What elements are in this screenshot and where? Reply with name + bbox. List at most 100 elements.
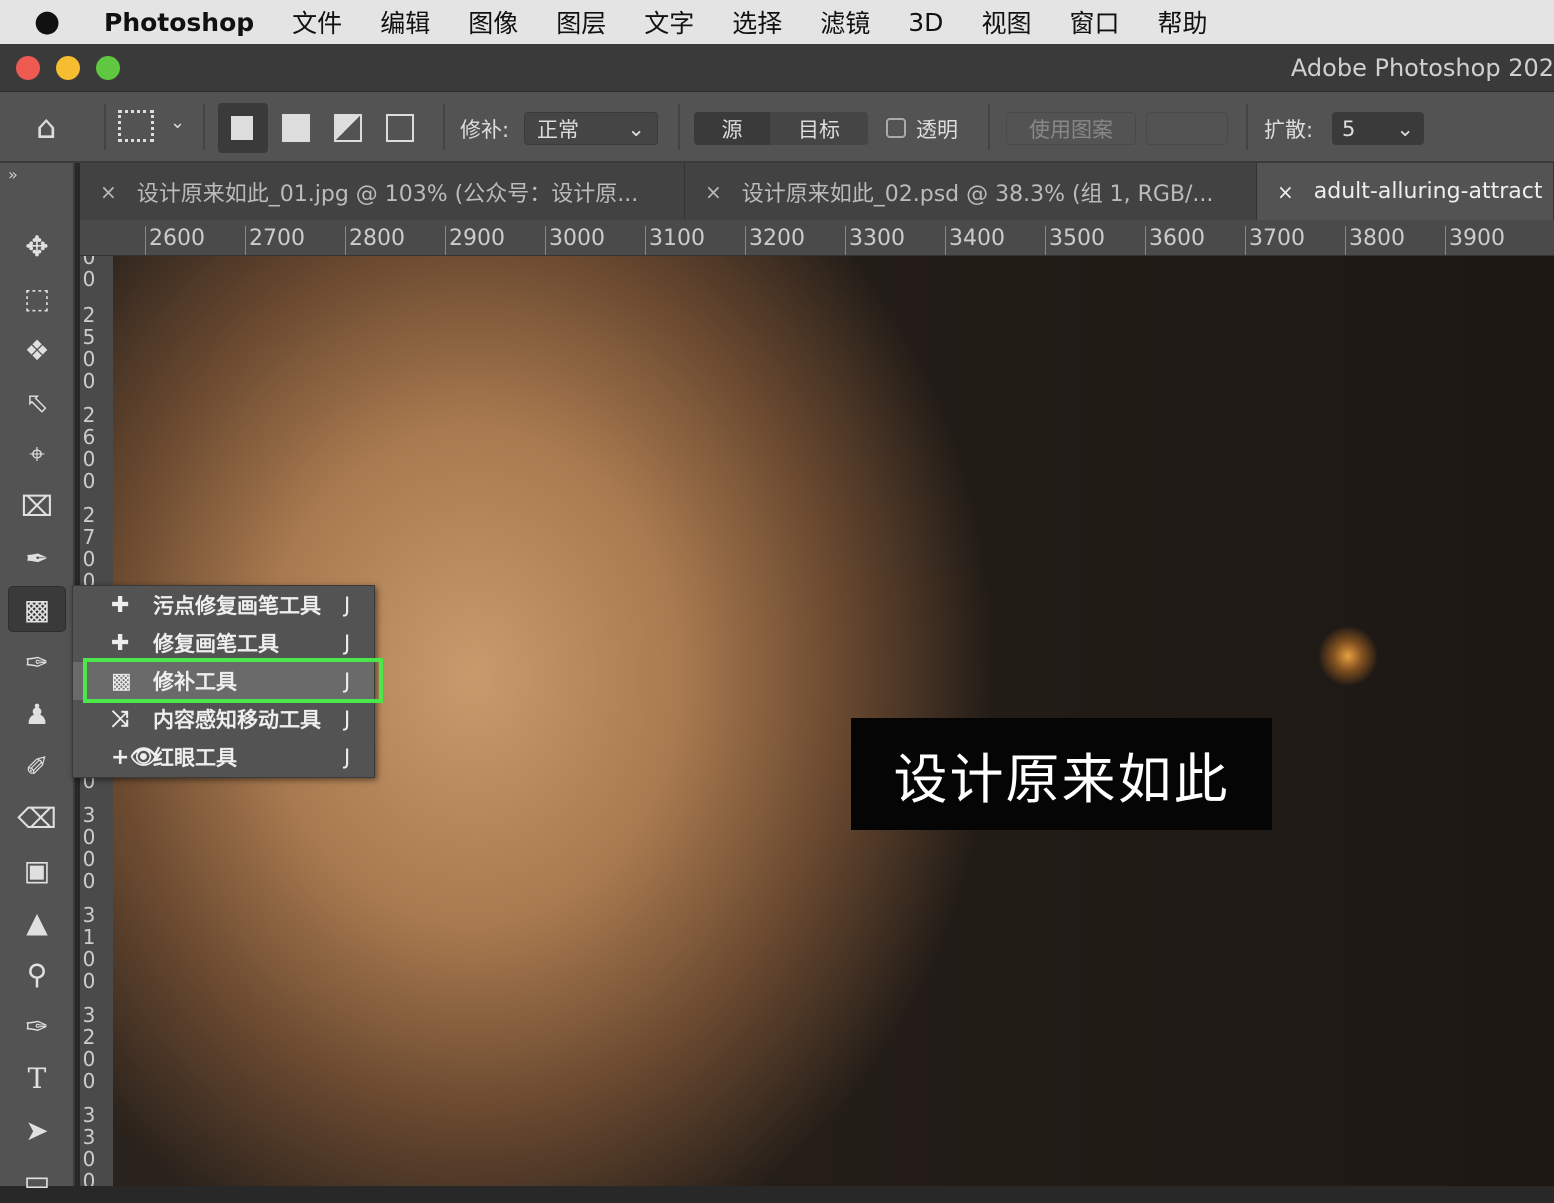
flyout-item-shortcut: J <box>344 631 374 655</box>
intersect-selection-button[interactable] <box>386 114 414 142</box>
diffusion-value: 5 <box>1342 117 1355 141</box>
ruler-tick-label: 2600 <box>145 226 205 256</box>
window-title: Adobe Photoshop 202 <box>1291 54 1554 82</box>
new-selection-button[interactable] <box>218 103 268 153</box>
ruler-tick-label: 2900 <box>445 226 505 256</box>
menu-view[interactable]: 视图 <box>981 4 1031 40</box>
flyout-item-red-eye[interactable]: +👁红眼工具J <box>73 738 374 776</box>
ruler-tick-label: 3600 <box>1145 226 1205 256</box>
patch-tool-preset-icon[interactable] <box>118 110 154 142</box>
ruler-tick-label: 3000 <box>545 226 605 256</box>
menu-file[interactable]: 文件 <box>292 4 342 40</box>
ruler-tick-label: 3300 <box>82 1104 96 1186</box>
dodge-tool-icon[interactable]: ⚲ <box>8 951 66 997</box>
title-bar: Adobe Photoshop 202 <box>0 44 1554 92</box>
ruler-tick-label: 2700 <box>245 226 305 256</box>
ruler-tick-label: 3200 <box>82 1004 96 1092</box>
add-to-selection-button[interactable] <box>282 114 310 142</box>
source-button[interactable]: 源 <box>694 112 770 145</box>
menu-app[interactable]: Photoshop <box>104 8 254 37</box>
flyout-item-label: 污点修复画笔工具 <box>153 590 344 620</box>
crop-tool-icon[interactable]: ⌖ <box>8 431 66 477</box>
history-brush-tool-icon[interactable]: ✐ <box>8 743 66 789</box>
flyout-item-shortcut: J <box>344 745 374 769</box>
pen-tool-icon[interactable]: ✑ <box>8 1003 66 1049</box>
patch-mode-select[interactable]: 正常⌄ <box>524 112 658 145</box>
brush-tool-icon[interactable]: ✑ <box>8 639 66 685</box>
chevron-down-icon[interactable]: ⌄ <box>170 112 185 133</box>
menu-window[interactable]: 窗口 <box>1069 4 1119 40</box>
ruler-tick-label: 2700 <box>82 504 96 592</box>
menu-layer[interactable]: 图层 <box>556 4 606 40</box>
transparent-checkbox[interactable] <box>886 118 906 138</box>
menu-edit[interactable]: 编辑 <box>380 4 430 40</box>
close-tab-icon[interactable]: × <box>705 180 722 204</box>
tab-document-3-active[interactable]: ×adult-alluring-attract <box>1257 163 1554 220</box>
options-bar: ⌂ ⌄ 修补: 正常⌄ 源 目标 透明 使用图案 扩散: 5⌄ <box>0 92 1554 163</box>
menu-type[interactable]: 文字 <box>644 4 694 40</box>
healing-brush-icon: ✚ <box>111 631 153 656</box>
type-tool-icon[interactable]: T <box>8 1055 66 1101</box>
minimize-window-button[interactable] <box>56 56 80 80</box>
ruler-tick-label: 2500 <box>82 304 96 392</box>
path-selection-tool-icon[interactable]: ➤ <box>8 1107 66 1153</box>
eyedropper-tool-icon[interactable]: ✒ <box>8 535 66 581</box>
zoom-window-button[interactable] <box>96 56 120 80</box>
gradient-tool-icon[interactable]: ▣ <box>8 847 66 893</box>
clone-stamp-tool-icon[interactable]: ♟ <box>8 691 66 737</box>
move-tool-icon[interactable]: ✥ <box>8 223 66 269</box>
close-window-button[interactable] <box>16 56 40 80</box>
eraser-tool-icon[interactable]: ⌫ <box>8 795 66 841</box>
flyout-item-label: 内容感知移动工具 <box>153 704 344 734</box>
menu-select[interactable]: 选择 <box>732 4 782 40</box>
tab-document-2[interactable]: × 设计原来如此_02.psd @ 38.3% (组 1, RGB/... <box>685 163 1257 220</box>
expand-panel-icon[interactable]: » <box>8 165 18 184</box>
ruler-tick-label: 3000 <box>82 804 96 892</box>
use-pattern-button[interactable]: 使用图案 <box>1006 112 1136 145</box>
toolbar: » ✥ ⬚ ❖ ⬁ ⌖ ⌧ ✒ ▩ ✑ ♟ ✐ ⌫ ▣ ▲ ⚲ ✑ T ➤ ▭ <box>0 163 75 1186</box>
menu-image[interactable]: 图像 <box>468 4 518 40</box>
ruler-tick-label: 3400 <box>945 226 1005 256</box>
object-selection-tool-icon[interactable]: ⬁ <box>8 379 66 425</box>
apple-icon[interactable]: ● <box>34 2 74 42</box>
lasso-tool-icon[interactable]: ❖ <box>8 327 66 373</box>
red-eye-icon: +👁 <box>111 745 153 770</box>
patch-tool-icon[interactable]: ▩ <box>8 586 66 632</box>
ruler-tick-label: 3100 <box>645 226 705 256</box>
tab-document-1[interactable]: × 设计原来如此_01.jpg @ 103% (公众号：设计原... <box>80 163 685 220</box>
overlay-caption: 设计原来如此 <box>851 718 1272 830</box>
tab-title: 设计原来如此_02.psd @ 38.3% (组 1, RGB/... <box>742 176 1214 208</box>
menu-filter[interactable]: 滤镜 <box>820 4 870 40</box>
frame-tool-icon[interactable]: ⌧ <box>8 483 66 529</box>
diffusion-select[interactable]: 5⌄ <box>1332 112 1424 145</box>
close-tab-icon[interactable]: × <box>1277 180 1294 204</box>
menu-3d[interactable]: 3D <box>908 8 943 37</box>
flyout-item-label: 红眼工具 <box>153 742 344 772</box>
blur-tool-icon[interactable]: ▲ <box>8 899 66 945</box>
transparent-label: 透明 <box>916 114 958 144</box>
content-aware-move-icon: ⤨ <box>111 707 153 732</box>
subtract-from-selection-button[interactable] <box>334 114 362 142</box>
spot-healing-icon: ✚ <box>111 593 153 618</box>
patch-mode-value: 正常 <box>537 114 579 144</box>
flyout-item-spot-healing[interactable]: ✚污点修复画笔工具J <box>73 586 374 624</box>
diffusion-label: 扩散: <box>1264 114 1313 144</box>
home-icon[interactable]: ⌂ <box>36 108 56 146</box>
menu-help[interactable]: 帮助 <box>1157 4 1207 40</box>
marquee-tool-icon[interactable]: ⬚ <box>8 275 66 321</box>
ruler-tick-label: 3900 <box>1445 226 1505 256</box>
destination-button[interactable]: 目标 <box>770 112 868 145</box>
flyout-item-healing-brush[interactable]: ✚修复画笔工具J <box>73 624 374 662</box>
rectangle-tool-icon[interactable]: ▭ <box>8 1157 66 1203</box>
flyout-item-label: 修复画笔工具 <box>153 628 344 658</box>
pattern-picker[interactable] <box>1146 112 1228 145</box>
close-tab-icon[interactable]: × <box>100 180 117 204</box>
highlight-box <box>83 658 383 703</box>
tab-title: 设计原来如此_01.jpg @ 103% (公众号：设计原... <box>137 176 638 208</box>
chevron-down-icon: ⌄ <box>1396 117 1414 141</box>
ruler-tick-label: 3300 <box>845 226 905 256</box>
flyout-item-content-aware-move[interactable]: ⤨内容感知移动工具J <box>73 700 374 738</box>
flyout-item-shortcut: J <box>344 593 374 617</box>
menu-bar: ● Photoshop 文件 编辑 图像 图层 文字 选择 滤镜 3D 视图 窗… <box>0 0 1554 44</box>
ruler-tick-label: 2600 <box>82 404 96 492</box>
